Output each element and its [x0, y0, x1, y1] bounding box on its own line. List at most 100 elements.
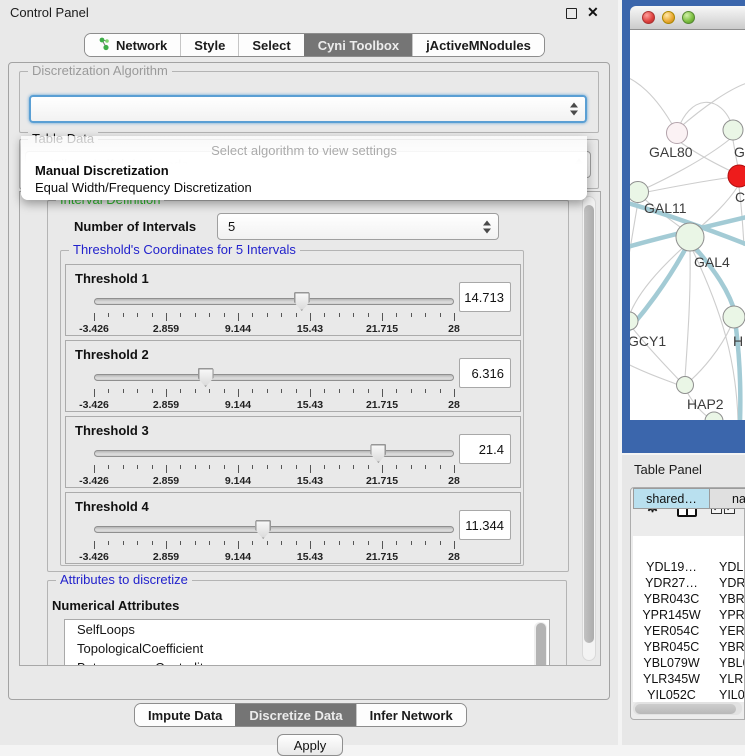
tick-mark [166, 389, 167, 397]
slider-track[interactable] [94, 450, 454, 457]
list-item[interactable]: SelfLoops [65, 620, 549, 639]
network-canvas[interactable]: GAL80GACGAL11GAL4GCY1HHAP2 [630, 30, 745, 420]
tick-mark [252, 313, 253, 317]
slider-track[interactable] [94, 298, 454, 305]
tick-mark [108, 389, 109, 393]
dropdown-option-manual-discretization[interactable]: Manual Discretization [35, 163, 169, 178]
tick-mark [440, 465, 441, 469]
network-node[interactable] [676, 223, 704, 251]
numerical-attributes-list[interactable]: SelfLoops TopologicalCoefficient Between… [64, 619, 550, 666]
tab-discretize-data[interactable]: Discretize Data [235, 704, 355, 726]
tab-style[interactable]: Style [180, 34, 238, 56]
column-header-shared-name[interactable]: shared… [633, 488, 710, 509]
threshold-value-field[interactable]: 14.713 [459, 282, 511, 312]
tick-mark [324, 389, 325, 393]
cell-shared-name[interactable]: YBL079W [633, 656, 710, 670]
tab-impute-data[interactable]: Impute Data [135, 704, 235, 726]
cell-name[interactable]: YIL052C [710, 688, 744, 702]
tab-infer-network[interactable]: Infer Network [356, 704, 466, 726]
list-scrollbar[interactable] [534, 622, 547, 666]
table-row[interactable]: YER054CYER054C [633, 624, 744, 640]
network-node[interactable] [630, 312, 638, 330]
threshold-value-field[interactable]: 6.316 [459, 358, 511, 388]
float-window-icon[interactable] [566, 8, 577, 19]
zoom-traffic-light-icon[interactable] [682, 11, 695, 24]
network-node[interactable] [677, 377, 694, 394]
network-node[interactable] [667, 123, 688, 144]
dropdown-option-equal-width-frequency[interactable]: Equal Width/Frequency Discretization [35, 180, 252, 195]
column-header-name[interactable]: na [709, 488, 745, 509]
node-table[interactable]: YDL19…YDL19…YDR27…YDR27…YBR043CYBR043CYP… [633, 536, 744, 702]
number-of-intervals-combobox[interactable]: 5 [217, 213, 499, 240]
number-of-intervals-label: Number of Intervals [74, 219, 196, 234]
table-row[interactable]: YDR27…YDR27… [633, 576, 744, 592]
minimize-traffic-light-icon[interactable] [662, 11, 675, 24]
cell-shared-name[interactable]: YPR145W [633, 608, 710, 622]
network-edge[interactable] [630, 76, 677, 133]
tick-mark [94, 313, 95, 321]
slider-track[interactable] [94, 526, 454, 533]
tab-network[interactable]: Network [85, 34, 180, 56]
cell-shared-name[interactable]: YDR27… [633, 576, 710, 590]
algorithm-combobox[interactable] [29, 95, 587, 123]
control-panel-titlebar: Control Panel ✕ [0, 0, 618, 26]
threshold-value-field[interactable]: 11.344 [459, 510, 511, 540]
table-row[interactable]: YDL19…YDL19… [633, 560, 744, 576]
threshold-value-field[interactable]: 21.4 [459, 434, 511, 464]
cell-name[interactable]: YLR345W [710, 672, 744, 686]
cell-name[interactable]: YER054C [710, 624, 744, 638]
cell-shared-name[interactable]: YBR045C [633, 640, 710, 654]
network-node[interactable] [705, 412, 723, 420]
settings-scroll-panel: Interval Definition Number of Intervals … [19, 191, 601, 666]
cell-name[interactable]: YDR27… [710, 576, 744, 590]
table-row[interactable]: YBR043CYBR043C [633, 592, 744, 608]
network-edge[interactable] [685, 251, 690, 378]
cell-name[interactable]: YBR043C [710, 592, 744, 606]
cell-shared-name[interactable]: YLR345W [633, 672, 710, 686]
tick-label: 28 [448, 551, 460, 563]
cell-shared-name[interactable]: YIL052C [633, 688, 710, 702]
node-label: GAL80 [649, 144, 693, 160]
network-edge[interactable] [630, 202, 638, 272]
table-row[interactable]: YIL052CYIL052C [633, 688, 744, 702]
network-edge[interactable] [642, 177, 734, 193]
cell-shared-name[interactable]: YBR043C [633, 592, 710, 606]
network-window-titlebar[interactable] [630, 6, 745, 30]
table-row[interactable]: YLR345WYLR345W [633, 672, 744, 688]
network-node[interactable] [723, 306, 745, 328]
cell-name[interactable]: YDL19… [710, 560, 744, 574]
tab-select[interactable]: Select [238, 34, 303, 56]
cell-name[interactable]: YBR045C [710, 640, 744, 654]
cell-name[interactable]: YPR145W [710, 608, 744, 622]
list-item[interactable]: TopologicalCoefficient [65, 639, 549, 658]
cell-shared-name[interactable]: YER054C [633, 624, 710, 638]
network-edge[interactable] [630, 362, 680, 386]
tab-jactivemnodules[interactable]: jActiveMNodules [412, 34, 544, 56]
cell-name[interactable]: YBL079W [710, 656, 744, 670]
tick-mark [94, 389, 95, 397]
list-item[interactable]: BetweennessCentrality [65, 658, 549, 666]
tick-mark [368, 541, 369, 545]
network-graph[interactable]: GAL80GACGAL11GAL4GCY1HHAP2 [630, 30, 745, 420]
table-horizontal-scrollbar[interactable] [633, 702, 742, 715]
network-node[interactable] [728, 165, 745, 187]
network-edge[interactable] [630, 244, 688, 335]
slider-thumb[interactable] [370, 444, 386, 463]
tick-mark [411, 389, 412, 393]
network-edge[interactable] [630, 243, 688, 319]
slider-thumb[interactable] [255, 520, 271, 539]
settings-vertical-scrollbar[interactable] [582, 196, 596, 661]
slider-track[interactable] [94, 374, 454, 381]
network-node[interactable] [723, 120, 743, 140]
table-row[interactable]: YPR145WYPR145W [633, 608, 744, 624]
close-traffic-light-icon[interactable] [642, 11, 655, 24]
slider-thumb[interactable] [198, 368, 214, 387]
apply-button[interactable]: Apply [277, 734, 343, 756]
close-icon[interactable]: ✕ [587, 4, 599, 21]
table-row[interactable]: YBL079WYBL079W [633, 656, 744, 672]
table-row[interactable]: YBR045CYBR045C [633, 640, 744, 656]
cell-shared-name[interactable]: YDL19… [633, 560, 710, 574]
slider-thumb[interactable] [294, 292, 310, 311]
network-view-window[interactable]: GAL80GACGAL11GAL4GCY1HHAP2 [622, 0, 745, 453]
tab-cyni-toolbox[interactable]: Cyni Toolbox [304, 34, 412, 56]
